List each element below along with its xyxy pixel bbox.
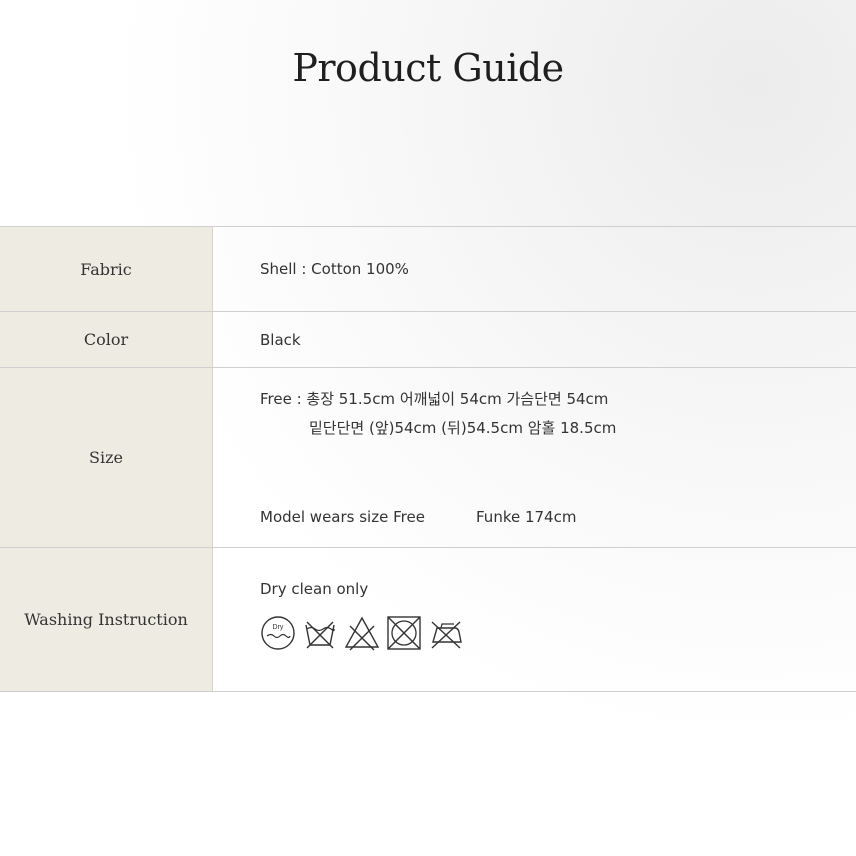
washing-value: Dry clean only	[260, 580, 369, 598]
color-label: Color	[0, 312, 213, 367]
fabric-label: Fabric	[0, 227, 213, 311]
size-value-cell: Free : 총장 51.5cm 어깨넓이 54cm 가슴단면 54cm 밑단단…	[213, 368, 856, 547]
page-title: Product Guide	[292, 46, 564, 90]
washing-value-cell: Dry clean only Dry	[213, 548, 856, 691]
dry-clean-icon: Dry	[259, 614, 297, 652]
size-measurements-line1: Free : 총장 51.5cm 어깨넓이 54cm 가슴단면 54cm	[260, 390, 609, 408]
table-row-washing: Washing Instruction Dry clean only Dry	[0, 548, 856, 692]
washing-label: Washing Instruction	[0, 548, 213, 691]
size-label: Size	[0, 368, 213, 547]
color-value-cell: Black	[213, 312, 856, 367]
care-symbols: Dry	[259, 614, 465, 652]
fabric-value-cell: Shell : Cotton 100%	[213, 227, 856, 311]
model-size-info: Model wears size Free	[260, 508, 425, 526]
fabric-value: Shell : Cotton 100%	[260, 260, 409, 278]
table-row-color: Color Black	[0, 312, 856, 368]
do-not-tumble-dry-icon	[385, 614, 423, 652]
do-not-iron-icon	[427, 614, 465, 652]
table-row-size: Size Free : 총장 51.5cm 어깨넓이 54cm 가슴단면 54c…	[0, 368, 856, 548]
color-value: Black	[260, 330, 301, 349]
dry-clean-icon-text: Dry	[273, 624, 284, 631]
model-name-height: Funke 174cm	[476, 508, 577, 526]
table-row-fabric: Fabric Shell : Cotton 100%	[0, 227, 856, 312]
size-measurements-line2: 밑단단면 (앞)54cm (뒤)54.5cm 암홀 18.5cm	[309, 419, 617, 437]
do-not-wash-icon	[301, 614, 339, 652]
product-guide-table: Fabric Shell : Cotton 100% Color Black S…	[0, 226, 856, 692]
do-not-bleach-icon	[343, 614, 381, 652]
